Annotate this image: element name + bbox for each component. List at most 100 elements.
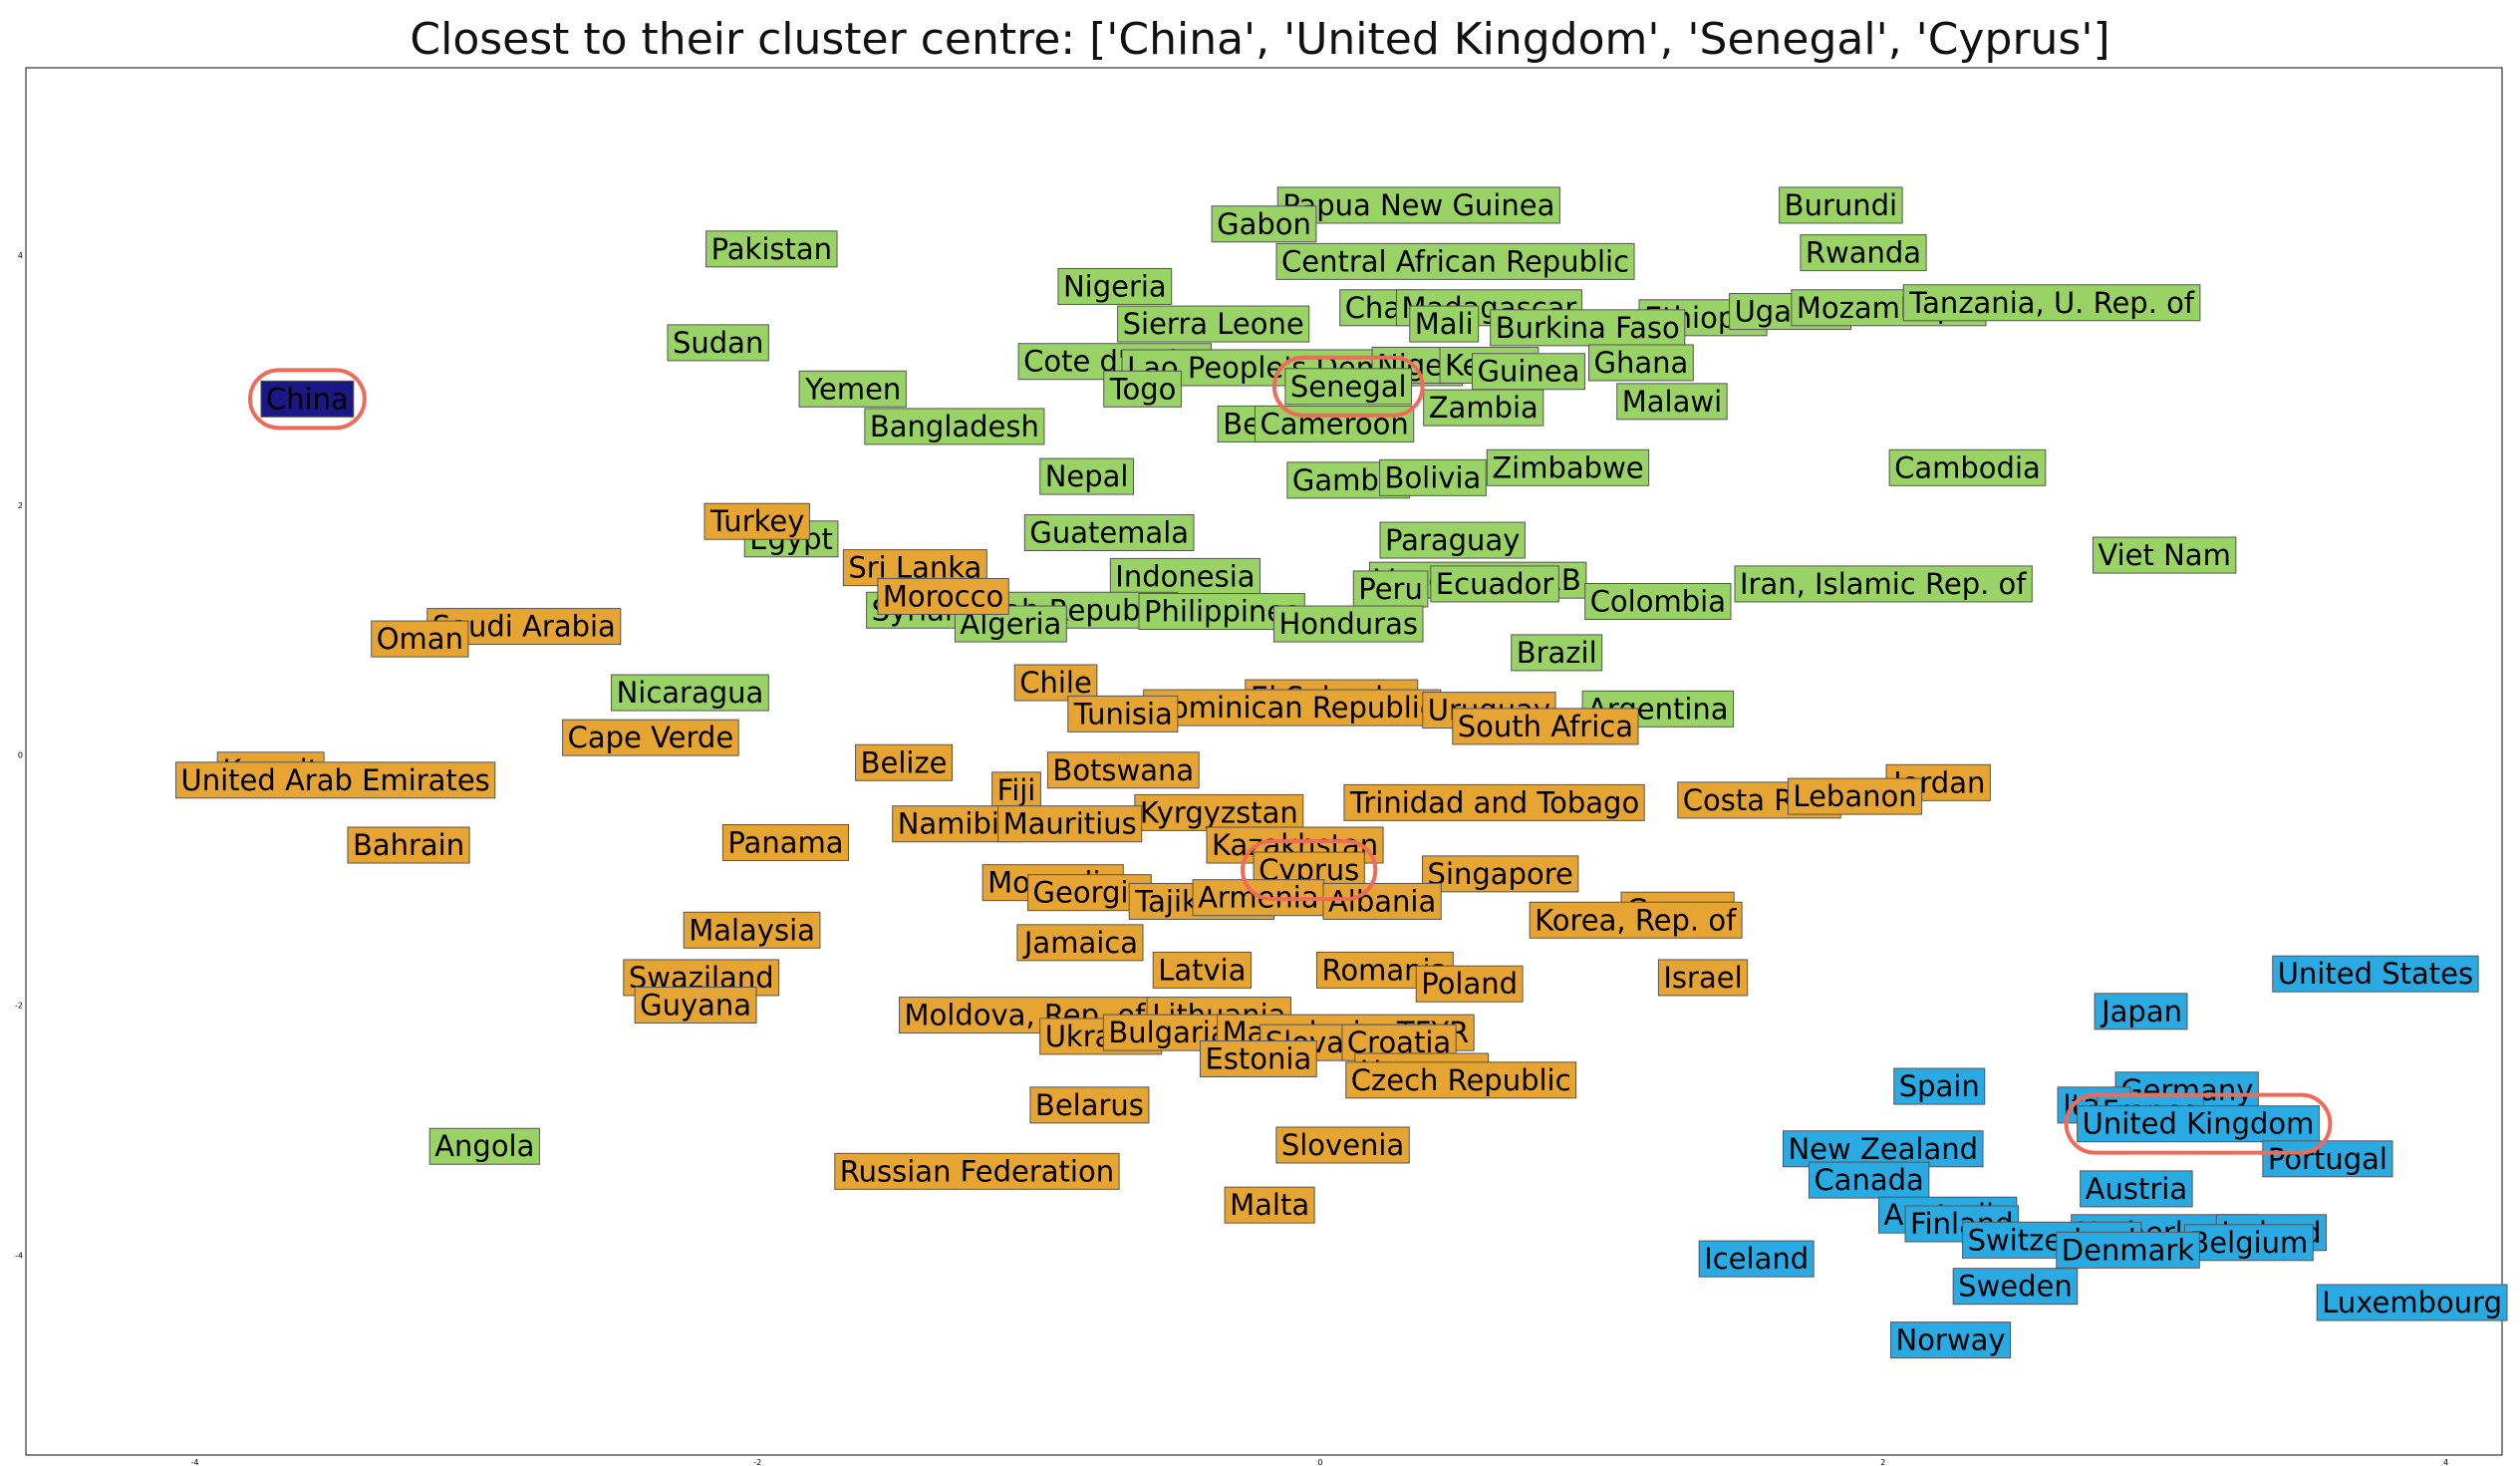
point-label: Peru xyxy=(1358,572,1423,606)
point-bahrain: Bahrain xyxy=(347,826,470,864)
point-korea-rep-of: Korea, Rep. of xyxy=(1529,901,1743,939)
point-oman: Oman xyxy=(371,620,469,658)
point-estonia: Estonia xyxy=(1199,1039,1317,1077)
point-south-africa: South Africa xyxy=(1452,708,1639,745)
point-label: Rwanda xyxy=(1806,236,1921,270)
point-label: Ecuador xyxy=(1436,567,1554,601)
point-zambia: Zambia xyxy=(1423,389,1544,427)
point-label: Trinidad and Tobago xyxy=(1349,785,1639,819)
point-central-african-republic: Central African Republic xyxy=(1275,242,1635,280)
scatter-plot: -4 -2 0 2 4 4 2 0 -2 -4 China Papua New GuineaGabo… xyxy=(15,67,2508,1466)
point-nepal: Nepal xyxy=(1039,457,1134,495)
point-label: Oman xyxy=(377,622,463,656)
point-label: Cambodia xyxy=(1894,450,2041,484)
point-label: Denmark xyxy=(2062,1233,2194,1267)
point-label: Mali xyxy=(1415,307,1474,341)
point-label: Nicaragua xyxy=(617,676,764,710)
point-pakistan: Pakistan xyxy=(705,230,838,268)
x-tick-label: -4 xyxy=(190,1458,198,1466)
point-label: Fiji xyxy=(997,773,1036,807)
point-label: Pakistan xyxy=(711,232,832,266)
point-mauritius: Mauritius xyxy=(997,805,1143,843)
point-peru: Peru xyxy=(1352,570,1429,608)
point-label: Belarus xyxy=(1035,1088,1144,1122)
point-label: Spain xyxy=(1899,1069,1980,1103)
point-label: United States xyxy=(2278,957,2473,991)
point-portugal: Portugal xyxy=(2262,1140,2393,1178)
point-label: Austria xyxy=(2086,1172,2187,1206)
y-tick-label: 2 xyxy=(18,501,23,510)
point-label: Gabon xyxy=(1217,207,1311,241)
point-label: Sweden xyxy=(1958,1270,2073,1304)
point-tunisia: Tunisia xyxy=(1067,695,1179,733)
point-label: Central African Republic xyxy=(1281,244,1629,278)
point-label: Kyrgyzstan xyxy=(1140,795,1298,829)
y-tick-label: -4 xyxy=(15,1251,23,1260)
point-nigeria: Nigeria xyxy=(1057,267,1173,305)
point-zimbabwe: Zimbabwe xyxy=(1486,448,1650,486)
point-guyana: Guyana xyxy=(634,987,757,1025)
point-israel: Israel xyxy=(1657,959,1749,997)
point-morocco: Morocco xyxy=(877,577,1009,615)
point-yemen: Yemen xyxy=(798,370,907,408)
point-sierra-leone: Sierra Leone xyxy=(1117,305,1310,343)
point-bangladesh: Bangladesh xyxy=(864,408,1045,445)
point-label: Bangladesh xyxy=(870,410,1039,443)
point-cameroon: Cameroon xyxy=(1254,405,1415,442)
point-label: Ghana xyxy=(1594,346,1689,380)
x-tick-label: 0 xyxy=(1317,1458,1322,1466)
point-label: Bolivia xyxy=(1385,460,1482,494)
point-turkey: Turkey xyxy=(703,502,810,540)
point-ghana: Ghana xyxy=(1588,344,1694,382)
point-united-kingdom: United Kingdom xyxy=(2077,1105,2320,1143)
point-label: Slovenia xyxy=(1281,1128,1404,1162)
point-label: Panama xyxy=(727,826,843,860)
point-iran-islamic-rep-of: Iran, Islamic Rep. of xyxy=(1734,565,2033,603)
point-latvia: Latvia xyxy=(1152,951,1253,989)
point-senegal: Senegal xyxy=(1284,368,1413,406)
point-sweden: Sweden xyxy=(1952,1268,2079,1306)
point-label: Burundi xyxy=(1785,188,1897,222)
point-russian-federation: Russian Federation xyxy=(834,1152,1120,1190)
point-ecuador: Ecuador xyxy=(1430,565,1559,603)
point-burkina-faso: Burkina Faso xyxy=(1490,309,1686,347)
point-label: Zimbabwe xyxy=(1492,450,1643,484)
point-fiji: Fiji xyxy=(991,771,1041,809)
point-label: Malta xyxy=(1230,1188,1309,1222)
point-label: Korea, Rep. of xyxy=(1535,903,1737,937)
point-label: Yemen xyxy=(804,372,901,406)
point-singapore: Singapore xyxy=(1422,855,1579,893)
y-tick-label: 4 xyxy=(18,251,23,260)
point-united-states: United States xyxy=(2272,955,2479,993)
point-label: Viet Nam xyxy=(2098,538,2230,572)
point-label: Nepal xyxy=(1045,459,1129,493)
point-label: Estonia xyxy=(1205,1041,1311,1075)
point-label: Iran, Islamic Rep. of xyxy=(1740,567,2027,601)
point-label: Malaysia xyxy=(689,913,815,947)
point-label: United Arab Emirates xyxy=(180,763,489,797)
point-bolivia: Bolivia xyxy=(1379,458,1487,496)
x-tick-label: 4 xyxy=(2443,1458,2448,1466)
point-label: Belize xyxy=(861,745,948,779)
point-label: South Africa xyxy=(1458,710,1633,743)
point-united-arab-emirates: United Arab Emirates xyxy=(174,761,496,799)
point-belgium: Belgium xyxy=(2183,1224,2314,1262)
point-label: Chile xyxy=(1019,666,1092,700)
point-denmark: Denmark xyxy=(2056,1231,2200,1269)
point-label: Honduras xyxy=(1278,607,1418,641)
point-label: Guyana xyxy=(640,989,751,1023)
point-label: Zambia xyxy=(1429,391,1539,425)
point-label: Czech Republic xyxy=(1351,1063,1571,1097)
point-lebanon: Lebanon xyxy=(1787,777,1923,815)
point-burundi: Burundi xyxy=(1779,186,1903,224)
point-papua-new-guinea: Papua New Guinea xyxy=(1276,186,1560,224)
x-tick-label: -2 xyxy=(753,1458,761,1466)
point-trinidad-and-tobago: Trinidad and Tobago xyxy=(1343,783,1645,821)
point-sudan: Sudan xyxy=(667,324,769,362)
point-botswana: Botswana xyxy=(1046,751,1200,789)
point-panama: Panama xyxy=(721,824,850,862)
point-cape-verde: Cape Verde xyxy=(562,719,739,756)
point-label: Poland xyxy=(1421,967,1518,1001)
point-label: Senegal xyxy=(1290,370,1407,404)
point-kyrgyzstan: Kyrgyzstan xyxy=(1134,793,1304,831)
